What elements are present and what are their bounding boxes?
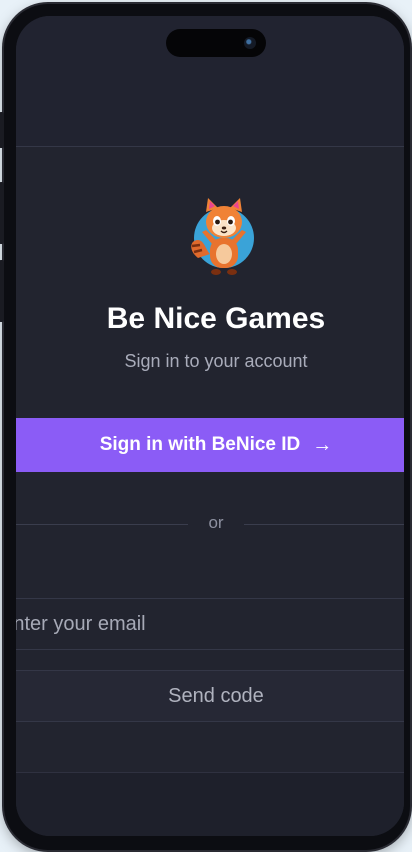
sign-in-subtitle: Sign in to your account xyxy=(124,351,308,371)
volume-up-button xyxy=(0,182,4,244)
or-text: or xyxy=(208,513,224,532)
sign-in-benice-button[interactable]: Sign in with BeNice ID → xyxy=(16,418,404,472)
volume-down-button xyxy=(0,260,4,322)
email-input[interactable] xyxy=(16,598,404,650)
red-panda-logo-icon xyxy=(191,198,254,275)
arrow-right-icon: → xyxy=(312,433,333,456)
sign-in-benice-label: Sign in with BeNice ID xyxy=(99,434,301,455)
app-screen: Be Nice Games Sign in to your account Si… xyxy=(16,16,404,836)
app-title: Be Nice Games xyxy=(106,302,326,335)
status-bar xyxy=(16,16,404,146)
send-code-label: Send code xyxy=(168,684,264,707)
phone-frame: Be Nice Games Sign in to your account Si… xyxy=(0,4,410,850)
camera-icon xyxy=(244,37,256,49)
or-divider: or xyxy=(16,510,404,540)
bottom-area xyxy=(16,772,404,836)
header-divider xyxy=(16,146,404,147)
send-code-button[interactable]: Send code xyxy=(16,670,404,722)
mute-switch xyxy=(0,112,4,148)
dynamic-island xyxy=(166,29,266,57)
